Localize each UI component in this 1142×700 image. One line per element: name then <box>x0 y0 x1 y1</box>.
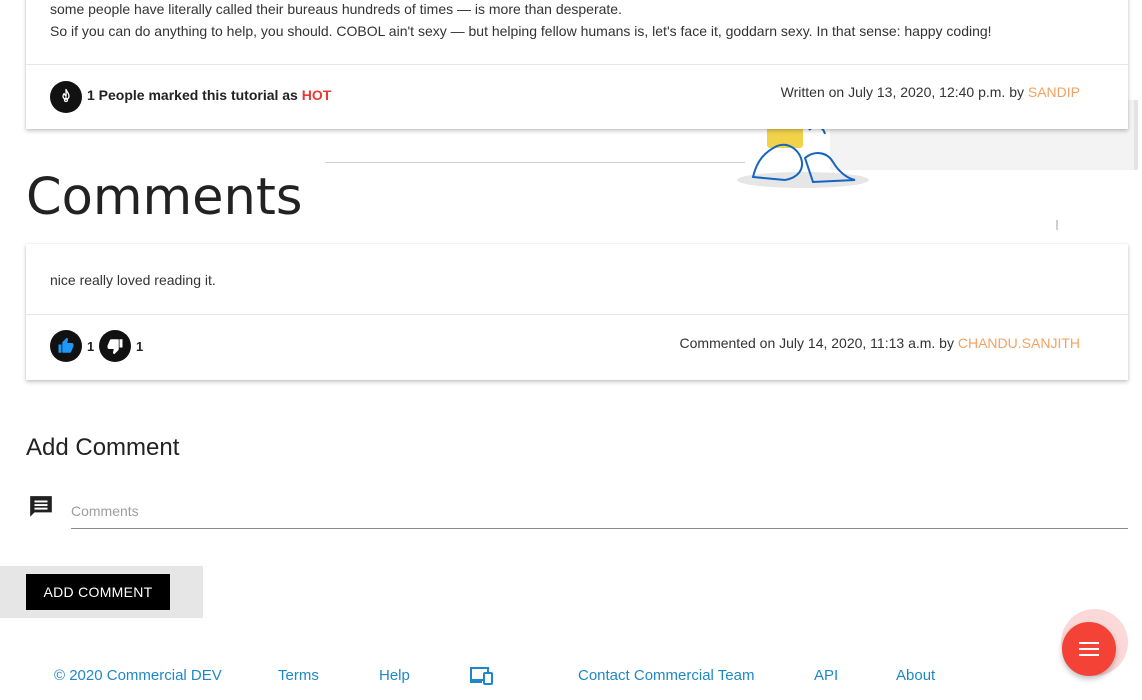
article-paragraph: So if you can do anything to help, you s… <box>50 23 992 39</box>
footer-about-link[interactable]: About <box>896 667 935 684</box>
footer-contact-link[interactable]: Contact Commercial Team <box>578 667 754 684</box>
article-meta: Written on July 13, 2020, 12:40 p.m. by … <box>781 84 1080 100</box>
illustration-figure <box>737 125 869 188</box>
illustration-edge <box>1134 100 1138 170</box>
hot-prefix: 1 People marked this tutorial as <box>87 87 302 103</box>
card-divider <box>26 314 1128 315</box>
like-count: 1 <box>87 339 95 354</box>
hot-count-text: 1 People marked this tutorial as HOT <box>87 87 331 103</box>
article-card: some people have literally called their … <box>26 0 1128 129</box>
illustration-line <box>325 162 745 163</box>
thumbs-up-icon <box>58 337 74 353</box>
hot-label: HOT <box>301 87 332 103</box>
add-comment-button[interactable]: ADD COMMENT <box>26 574 170 610</box>
article-author-link[interactable]: SANDIP <box>1028 84 1080 100</box>
written-on-text: Written on July 13, 2020, 12:40 p.m. by <box>780 84 1028 100</box>
card-divider <box>26 64 1128 65</box>
devices-icon[interactable] <box>470 667 494 685</box>
dislike-button[interactable] <box>99 330 131 362</box>
menu-fab-button[interactable] <box>1062 622 1116 676</box>
footer-api-link[interactable]: API <box>814 667 838 684</box>
comment-input[interactable] <box>71 494 1128 529</box>
dislike-count: 1 <box>136 339 144 354</box>
comment-author-link[interactable]: CHANDU.SANJITH <box>958 335 1080 351</box>
footer-copyright[interactable]: © 2020 Commercial DEV <box>54 667 222 684</box>
footer-help-link[interactable]: Help <box>379 667 410 684</box>
hot-button[interactable] <box>50 81 82 113</box>
like-button[interactable] <box>50 330 82 362</box>
comment-body: nice really loved reading it. <box>50 272 216 288</box>
thumbs-down-icon <box>107 339 123 355</box>
menu-icon <box>1079 642 1099 656</box>
comment-card: nice really loved reading it. 1 1 Commen… <box>26 244 1128 380</box>
article-paragraph: some people have literally called their … <box>50 1 622 17</box>
comment-icon <box>30 496 52 517</box>
comment-meta: Commented on July 14, 2020, 11:13 a.m. b… <box>680 335 1080 351</box>
flame-icon <box>62 88 70 103</box>
commented-on-text: Commented on July 14, 2020, 11:13 a.m. b… <box>679 335 958 351</box>
article-text: some people have literally called their … <box>50 0 992 42</box>
illustration-mark <box>1056 220 1058 230</box>
add-comment-heading: Add Comment <box>26 434 180 461</box>
comments-heading: Comments <box>26 168 303 227</box>
footer-terms-link[interactable]: Terms <box>278 667 319 684</box>
